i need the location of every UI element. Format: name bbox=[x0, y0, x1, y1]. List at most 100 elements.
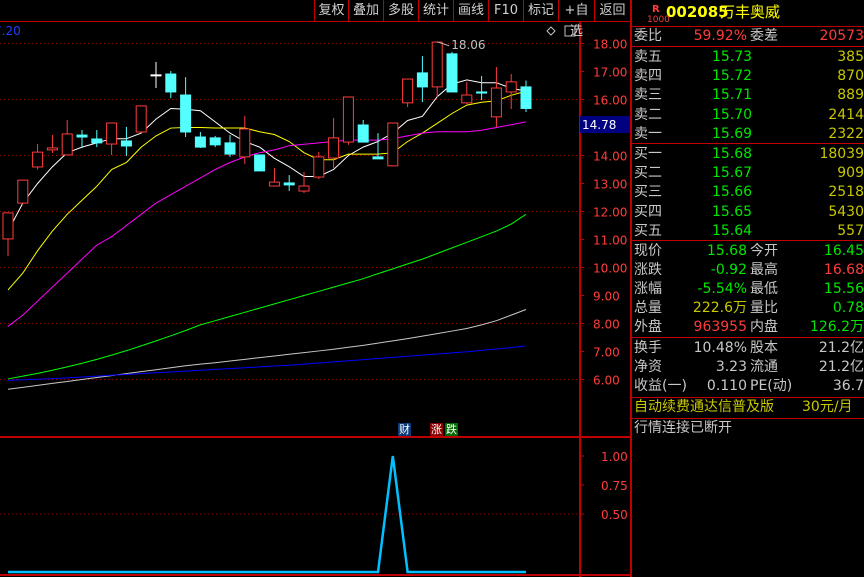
candle[interactable] bbox=[224, 135, 236, 157]
candle[interactable] bbox=[2, 212, 14, 257]
candle[interactable] bbox=[268, 168, 280, 187]
level-label: 卖一 bbox=[634, 125, 662, 142]
candle[interactable] bbox=[476, 75, 488, 101]
toolbar-button-7[interactable]: +自选 bbox=[558, 0, 594, 39]
candle[interactable] bbox=[372, 133, 384, 160]
candle[interactable] bbox=[416, 56, 428, 103]
candle[interactable] bbox=[165, 70, 177, 99]
candle[interactable] bbox=[283, 175, 295, 192]
candle[interactable] bbox=[76, 130, 88, 148]
event-marker-fall[interactable]: 跌 bbox=[445, 423, 458, 436]
level-price: 15.69 bbox=[712, 125, 753, 142]
candle[interactable] bbox=[387, 122, 399, 167]
stat-value: -0.92 bbox=[710, 262, 747, 278]
candle-body bbox=[298, 185, 310, 192]
candle-body bbox=[461, 94, 473, 104]
candle-body bbox=[180, 94, 192, 133]
toolbar-button-1[interactable]: 叠加 bbox=[348, 0, 383, 21]
candle-body bbox=[46, 147, 58, 151]
candle[interactable] bbox=[209, 135, 221, 148]
candle[interactable] bbox=[91, 130, 103, 148]
stat-label: 量比 bbox=[750, 300, 778, 316]
fundamental-row: 收益(一) 0.110 PE(动) 36.7 bbox=[632, 377, 864, 396]
candle[interactable] bbox=[120, 126, 132, 157]
fund-label: 换手 bbox=[634, 340, 662, 356]
level-volume: 2518 bbox=[828, 184, 864, 201]
toolbar-button-0[interactable]: 复权 bbox=[314, 0, 348, 21]
quote-panel: R 1000 002085 万丰奥威 委比 59.92% 委差 20573 卖五… bbox=[630, 0, 864, 577]
candle[interactable] bbox=[17, 179, 29, 205]
sell-level-4: 卖一 15.69 2322 bbox=[632, 125, 864, 144]
level-label: 卖三 bbox=[634, 87, 662, 104]
level-volume: 889 bbox=[837, 87, 864, 104]
weicha-label: 委差 bbox=[750, 28, 778, 44]
fund-label: 流通 bbox=[750, 359, 778, 375]
candle[interactable] bbox=[505, 74, 517, 110]
candle[interactable] bbox=[431, 41, 443, 97]
candle[interactable] bbox=[446, 51, 458, 93]
ma-line-4 bbox=[7, 309, 527, 390]
ad-banner[interactable]: 自动续费通达信普及版 30元/月 bbox=[632, 398, 864, 417]
candle-body bbox=[2, 212, 14, 240]
event-marker-finance[interactable]: 财 bbox=[398, 423, 411, 436]
level-label: 买一 bbox=[634, 146, 662, 162]
stat-row: 总量 222.6万 量比 0.78 bbox=[632, 299, 864, 318]
event-marker-rise[interactable]: 涨 bbox=[430, 423, 443, 436]
candle[interactable] bbox=[520, 80, 532, 112]
toolbar-button-2[interactable]: 多股 bbox=[383, 0, 418, 21]
y-tick-label: 13.00 bbox=[593, 178, 627, 192]
candle[interactable] bbox=[61, 119, 73, 156]
fundamental-row: 换手 10.48% 股本 21.2亿 bbox=[632, 339, 864, 358]
y-tick-label: 12.00 bbox=[593, 206, 627, 220]
stat-label: 涨幅 bbox=[634, 281, 662, 297]
level-price: 15.65 bbox=[712, 203, 753, 220]
candle[interactable] bbox=[150, 61, 162, 89]
candle[interactable] bbox=[342, 96, 354, 145]
candle[interactable] bbox=[239, 116, 251, 164]
candle[interactable] bbox=[402, 78, 414, 108]
candle-body bbox=[283, 182, 295, 186]
level-label: 买二 bbox=[634, 165, 662, 182]
candle[interactable] bbox=[46, 135, 58, 153]
fund-label: 股本 bbox=[750, 340, 778, 356]
candle-body bbox=[194, 136, 206, 148]
diamond-icon[interactable] bbox=[546, 26, 556, 36]
candle[interactable] bbox=[135, 105, 147, 134]
candle[interactable] bbox=[357, 119, 369, 143]
stat-value: 963955 bbox=[693, 319, 747, 335]
candle[interactable] bbox=[490, 67, 502, 127]
indicator-tick-label: 0.50 bbox=[601, 508, 628, 522]
candle[interactable] bbox=[328, 117, 340, 169]
level-label: 卖五 bbox=[634, 49, 662, 65]
kline-chart[interactable]: 18.00 17.00 16.00 14.00 13.00 12.00 11.00 10.00… bbox=[0, 0, 630, 577]
level-label: 卖四 bbox=[634, 68, 662, 85]
candle[interactable] bbox=[106, 122, 118, 155]
toolbar: 复权 叠加 多股 统计 画线 F10 标记 +自选 返回 bbox=[0, 0, 630, 39]
level-price: 15.64 bbox=[712, 222, 753, 239]
fund-value: 36.7 bbox=[832, 378, 864, 394]
candle-body bbox=[32, 151, 44, 168]
candle[interactable] bbox=[298, 172, 310, 194]
candle-body bbox=[372, 156, 384, 160]
candle[interactable] bbox=[194, 131, 206, 148]
candle[interactable] bbox=[461, 81, 473, 104]
stat-label: 外盘 bbox=[634, 319, 662, 335]
stat-label: 今开 bbox=[750, 243, 778, 259]
candle[interactable] bbox=[32, 144, 44, 170]
candle[interactable] bbox=[313, 151, 325, 180]
level-volume: 909 bbox=[837, 165, 864, 182]
candle-body bbox=[91, 138, 103, 144]
toolbar-button-6[interactable]: 标记 bbox=[523, 0, 558, 21]
toolbar-button-3[interactable]: 统计 bbox=[418, 0, 453, 21]
weibi-row: 委比 59.92% 委差 20573 bbox=[632, 27, 864, 46]
candle-body bbox=[61, 133, 73, 156]
y-tick-label: 8.00 bbox=[593, 318, 620, 332]
toolbar-button-4[interactable]: 画线 bbox=[453, 0, 488, 21]
toolbar-button-5[interactable]: F10 bbox=[488, 0, 523, 21]
stock-header: R 1000 002085 万丰奥威 bbox=[632, 3, 864, 27]
candle[interactable] bbox=[180, 77, 192, 138]
toolbar-button-8[interactable]: 返回 bbox=[594, 0, 630, 21]
candle-body bbox=[268, 181, 280, 187]
candle[interactable] bbox=[254, 154, 266, 172]
level-price: 15.71 bbox=[712, 87, 753, 104]
